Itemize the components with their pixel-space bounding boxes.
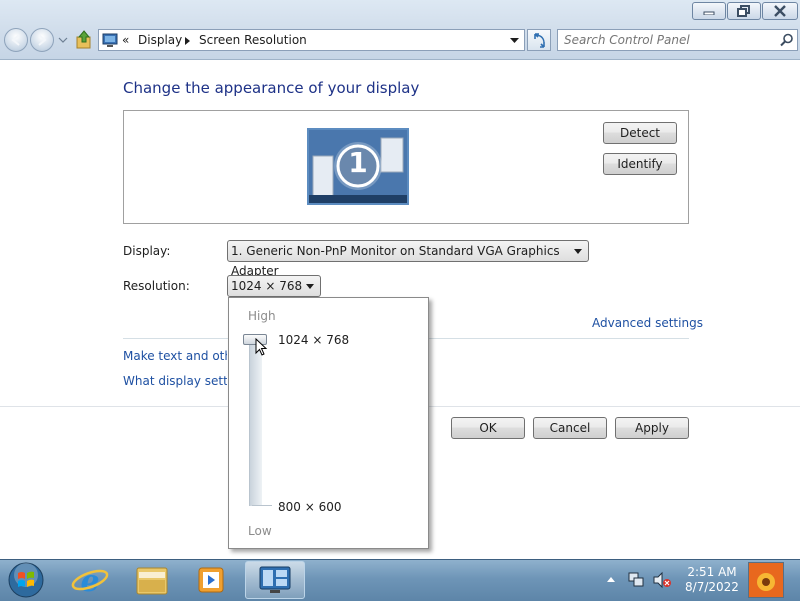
- refresh-icon: [534, 33, 545, 48]
- resolution-select-value: 1024 × 768: [231, 279, 303, 293]
- breadcrumb-screen-resolution[interactable]: Screen Resolution: [199, 33, 307, 47]
- address-bar[interactable]: « Display Screen Resolution: [98, 29, 525, 51]
- monitor-number: 1: [348, 146, 368, 179]
- restore-button[interactable]: [727, 2, 761, 20]
- network-icon[interactable]: [627, 571, 645, 589]
- display-settings-icon: [259, 566, 291, 593]
- taskbar-windows-explorer[interactable]: [124, 562, 180, 598]
- back-arrow-icon: [11, 34, 20, 46]
- show-hidden-icons-icon[interactable]: [606, 575, 616, 583]
- low-label: Low: [248, 524, 272, 538]
- show-desktop-button[interactable]: [748, 562, 784, 598]
- resolution-slider-track[interactable]: [249, 340, 262, 506]
- media-player-icon: [198, 567, 224, 593]
- internet-explorer-icon: e: [71, 564, 109, 599]
- forward-arrow-icon: [38, 34, 47, 46]
- mouse-cursor-icon: [255, 338, 268, 356]
- high-label: High: [248, 309, 276, 323]
- what-display-settings-link[interactable]: What display setting: [123, 374, 227, 388]
- ok-button[interactable]: OK: [451, 417, 525, 439]
- volume-muted-icon[interactable]: [652, 571, 672, 589]
- address-dropdown-icon[interactable]: [510, 38, 519, 44]
- clock-date: 8/7/2022: [685, 580, 739, 594]
- minimize-button[interactable]: [692, 2, 726, 20]
- up-folder-icon[interactable]: [75, 30, 93, 50]
- breadcrumb-display[interactable]: Display: [138, 33, 182, 47]
- taskbar-clock[interactable]: 2:51 AM 8/7/2022: [680, 565, 744, 595]
- clock-time: 2:51 AM: [687, 565, 737, 579]
- resolution-label: Resolution:: [123, 279, 190, 293]
- page-title: Change the appearance of your display: [123, 79, 420, 97]
- detect-button[interactable]: Detect: [603, 122, 677, 144]
- recent-pages-chevron-icon[interactable]: [58, 37, 68, 43]
- minimize-icon: [703, 11, 715, 15]
- display-select-value: 1. Generic Non-PnP Monitor on Standard V…: [231, 244, 560, 278]
- search-icon[interactable]: [780, 33, 794, 47]
- advanced-settings-link[interactable]: Advanced settings: [592, 316, 703, 330]
- control-panel-icon: [102, 33, 118, 47]
- chevron-down-icon: [306, 284, 314, 289]
- back-button[interactable]: [4, 28, 28, 52]
- resolution-option-top[interactable]: 1024 × 768: [278, 333, 349, 347]
- folder-icon: [136, 567, 168, 595]
- cancel-button[interactable]: Cancel: [533, 417, 607, 439]
- user-avatar-flower-icon: [749, 563, 783, 597]
- make-text-larger-link[interactable]: Make text and other: [123, 349, 227, 363]
- monitor-1-preview[interactable]: 1: [307, 128, 409, 205]
- breadcrumb-arrow-icon[interactable]: [185, 37, 191, 45]
- apply-button[interactable]: Apply: [615, 417, 689, 439]
- taskbar-screen-resolution[interactable]: [245, 561, 305, 599]
- svg-text:e: e: [80, 564, 99, 598]
- start-button[interactable]: [6, 561, 46, 599]
- search-input[interactable]: [564, 32, 772, 48]
- windows-start-orb-icon: [8, 562, 44, 598]
- taskbar-media-player[interactable]: [183, 562, 239, 598]
- identify-button[interactable]: Identify: [603, 153, 677, 175]
- taskbar-internet-explorer[interactable]: e: [62, 562, 118, 599]
- close-button[interactable]: [762, 2, 798, 20]
- resolution-option-bottom[interactable]: 800 × 600: [278, 500, 342, 514]
- refresh-button[interactable]: [527, 29, 551, 51]
- slider-tick-bottom: [252, 505, 272, 506]
- resolution-select[interactable]: 1024 × 768: [227, 275, 321, 297]
- close-icon: [774, 5, 786, 17]
- display-label: Display:: [123, 244, 171, 258]
- chevron-down-icon: [574, 249, 582, 254]
- breadcrumb-separator: «: [122, 33, 130, 47]
- display-select[interactable]: 1. Generic Non-PnP Monitor on Standard V…: [227, 240, 589, 278]
- restore-icon: [737, 5, 750, 17]
- forward-button[interactable]: [30, 28, 54, 52]
- search-box[interactable]: [557, 29, 798, 51]
